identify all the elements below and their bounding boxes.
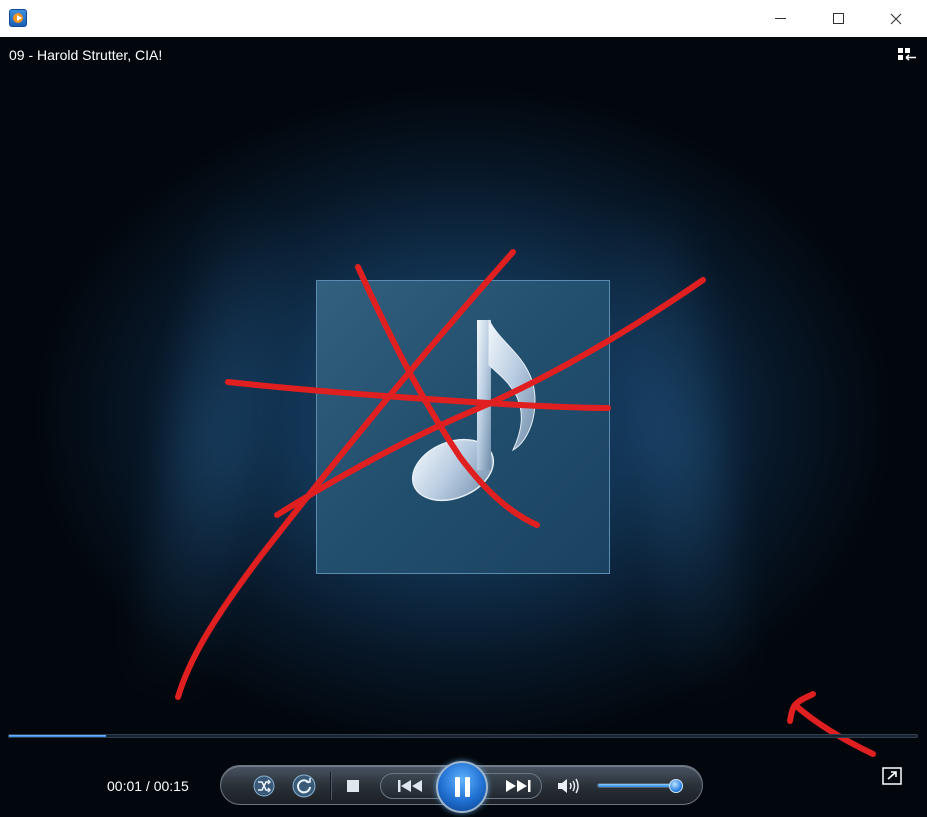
play-pause-button[interactable] [436,761,488,813]
light-ray [125,184,295,710]
light-ray [604,183,756,711]
title-bar [0,0,927,37]
maximize-button[interactable] [815,0,861,37]
fullscreen-icon [882,767,902,785]
stop-icon [347,780,359,792]
minimize-button[interactable] [757,0,803,37]
time-display: 00:01 / 00:15 [107,778,189,794]
music-note-icon [411,319,536,502]
maximize-icon [832,13,844,24]
previous-button[interactable] [391,775,431,797]
speaker-icon [558,778,579,794]
transport-controls [220,761,703,813]
next-button[interactable] [498,775,538,797]
now-playing-view[interactable]: 09 - Harold Strutter, CIA! 00:01 / 00:15 [0,37,927,817]
switch-to-library-button[interactable] [897,47,917,63]
repeat-icon [292,774,316,798]
close-icon [890,13,902,24]
media-player-icon [9,9,27,27]
close-button[interactable] [873,0,919,37]
stop-button[interactable] [346,779,360,793]
mute-button[interactable] [556,776,580,796]
minimize-icon [774,18,786,19]
album-art [316,280,610,574]
pause-icon [455,777,471,797]
previous-icon [398,780,422,792]
arrow-head [787,691,816,724]
repeat-button[interactable] [292,774,316,798]
arrow-to-fullscreen [792,702,876,757]
volume-slider[interactable] [597,779,683,793]
volume-level [598,784,679,787]
next-icon [506,780,531,792]
track-title: 09 - Harold Strutter, CIA! [9,47,163,63]
divider [330,772,332,800]
shuffle-icon [253,775,275,797]
seek-bar[interactable] [8,734,918,738]
fullscreen-button[interactable] [882,767,902,785]
shuffle-button[interactable] [253,775,275,797]
volume-thumb[interactable] [669,779,683,793]
switch-to-library-icon [898,48,916,61]
seek-progress [9,735,107,737]
